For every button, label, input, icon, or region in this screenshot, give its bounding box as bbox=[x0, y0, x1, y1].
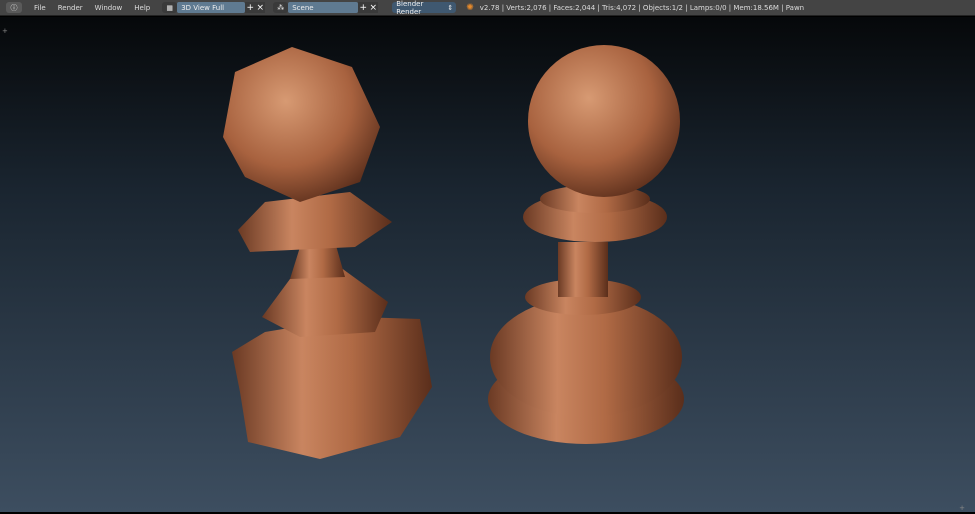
scene-icon[interactable]: ⁂ bbox=[273, 2, 289, 13]
remove-scene-button[interactable]: × bbox=[368, 2, 379, 13]
remove-layout-button[interactable]: × bbox=[255, 2, 266, 13]
3d-viewport[interactable]: + + bbox=[0, 17, 975, 512]
lowpoly-pawn bbox=[223, 47, 432, 459]
viewport-corner-handle[interactable]: + bbox=[2, 27, 8, 35]
viewport-corner-handle[interactable]: + bbox=[959, 504, 965, 512]
screen-layout-icon[interactable]: ▦ bbox=[162, 2, 178, 13]
info-icon: ⓘ bbox=[10, 3, 18, 12]
add-layout-button[interactable]: + bbox=[245, 2, 256, 13]
scene-field[interactable]: Scene bbox=[288, 2, 359, 13]
menu-help[interactable]: Help bbox=[134, 4, 150, 12]
smooth-pawn bbox=[488, 45, 684, 444]
scene-render bbox=[223, 45, 684, 459]
render-engine-label: Blender Render bbox=[396, 0, 424, 16]
editor-type-button[interactable]: ⓘ bbox=[6, 2, 22, 13]
menu-window[interactable]: Window bbox=[95, 4, 123, 12]
screen-layout-field[interactable]: 3D View Full bbox=[177, 2, 246, 13]
render-engine-select[interactable]: Blender Render ⇕ bbox=[392, 0, 457, 16]
scene-stats: v2.78 | Verts:2,076 | Faces:2,044 | Tris… bbox=[479, 3, 805, 12]
blender-logo-icon: ✺ bbox=[466, 2, 474, 13]
info-header: ⓘ File Render Window Help ▦ 3D View Full… bbox=[0, 0, 975, 16]
menu-render[interactable]: Render bbox=[58, 4, 83, 12]
add-scene-button[interactable]: + bbox=[358, 2, 369, 13]
menu-file[interactable]: File bbox=[34, 4, 46, 12]
